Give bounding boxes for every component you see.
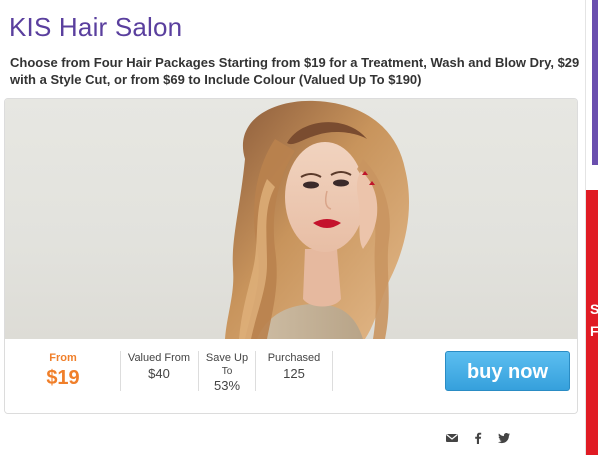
facebook-icon[interactable] [471, 431, 485, 445]
deal-hero-image[interactable] [5, 99, 577, 339]
valued-stat: Valued From $40 [121, 351, 197, 381]
deal-page: KIS Hair Salon Choose from Four Hair Pac… [0, 0, 598, 455]
deal-stats-bar: From $19 Valued From $40 Save Up To 53% … [5, 339, 577, 413]
purchased-label: Purchased [267, 352, 321, 364]
woman-portrait-image [225, 100, 410, 339]
save-stat: Save Up To 53% [199, 351, 255, 393]
purchased-value: 125 [283, 366, 305, 381]
page-title: KIS Hair Salon [9, 12, 183, 42]
stats-divider [332, 351, 333, 391]
deal-card: From $19 Valued From $40 Save Up To 53% … [4, 98, 578, 414]
valued-value: $40 [148, 366, 170, 381]
side-promo-text: S F [590, 301, 598, 339]
from-price: $19 [46, 367, 80, 389]
deal-description: Choose from Four Hair Packages Starting … [10, 55, 580, 87]
email-icon[interactable] [445, 431, 459, 445]
save-value: 53% [213, 378, 241, 393]
side-promo-red[interactable]: S F [586, 190, 598, 455]
buy-now-button[interactable]: buy now [445, 351, 570, 391]
from-label: From [49, 352, 77, 364]
save-label-to: To [221, 366, 233, 377]
purchased-stat: Purchased 125 [256, 351, 332, 381]
valued-label: Valued From [127, 352, 191, 364]
twitter-icon[interactable] [497, 431, 511, 445]
side-promo-purple[interactable] [592, 0, 598, 165]
save-label: Save Up [205, 352, 249, 364]
